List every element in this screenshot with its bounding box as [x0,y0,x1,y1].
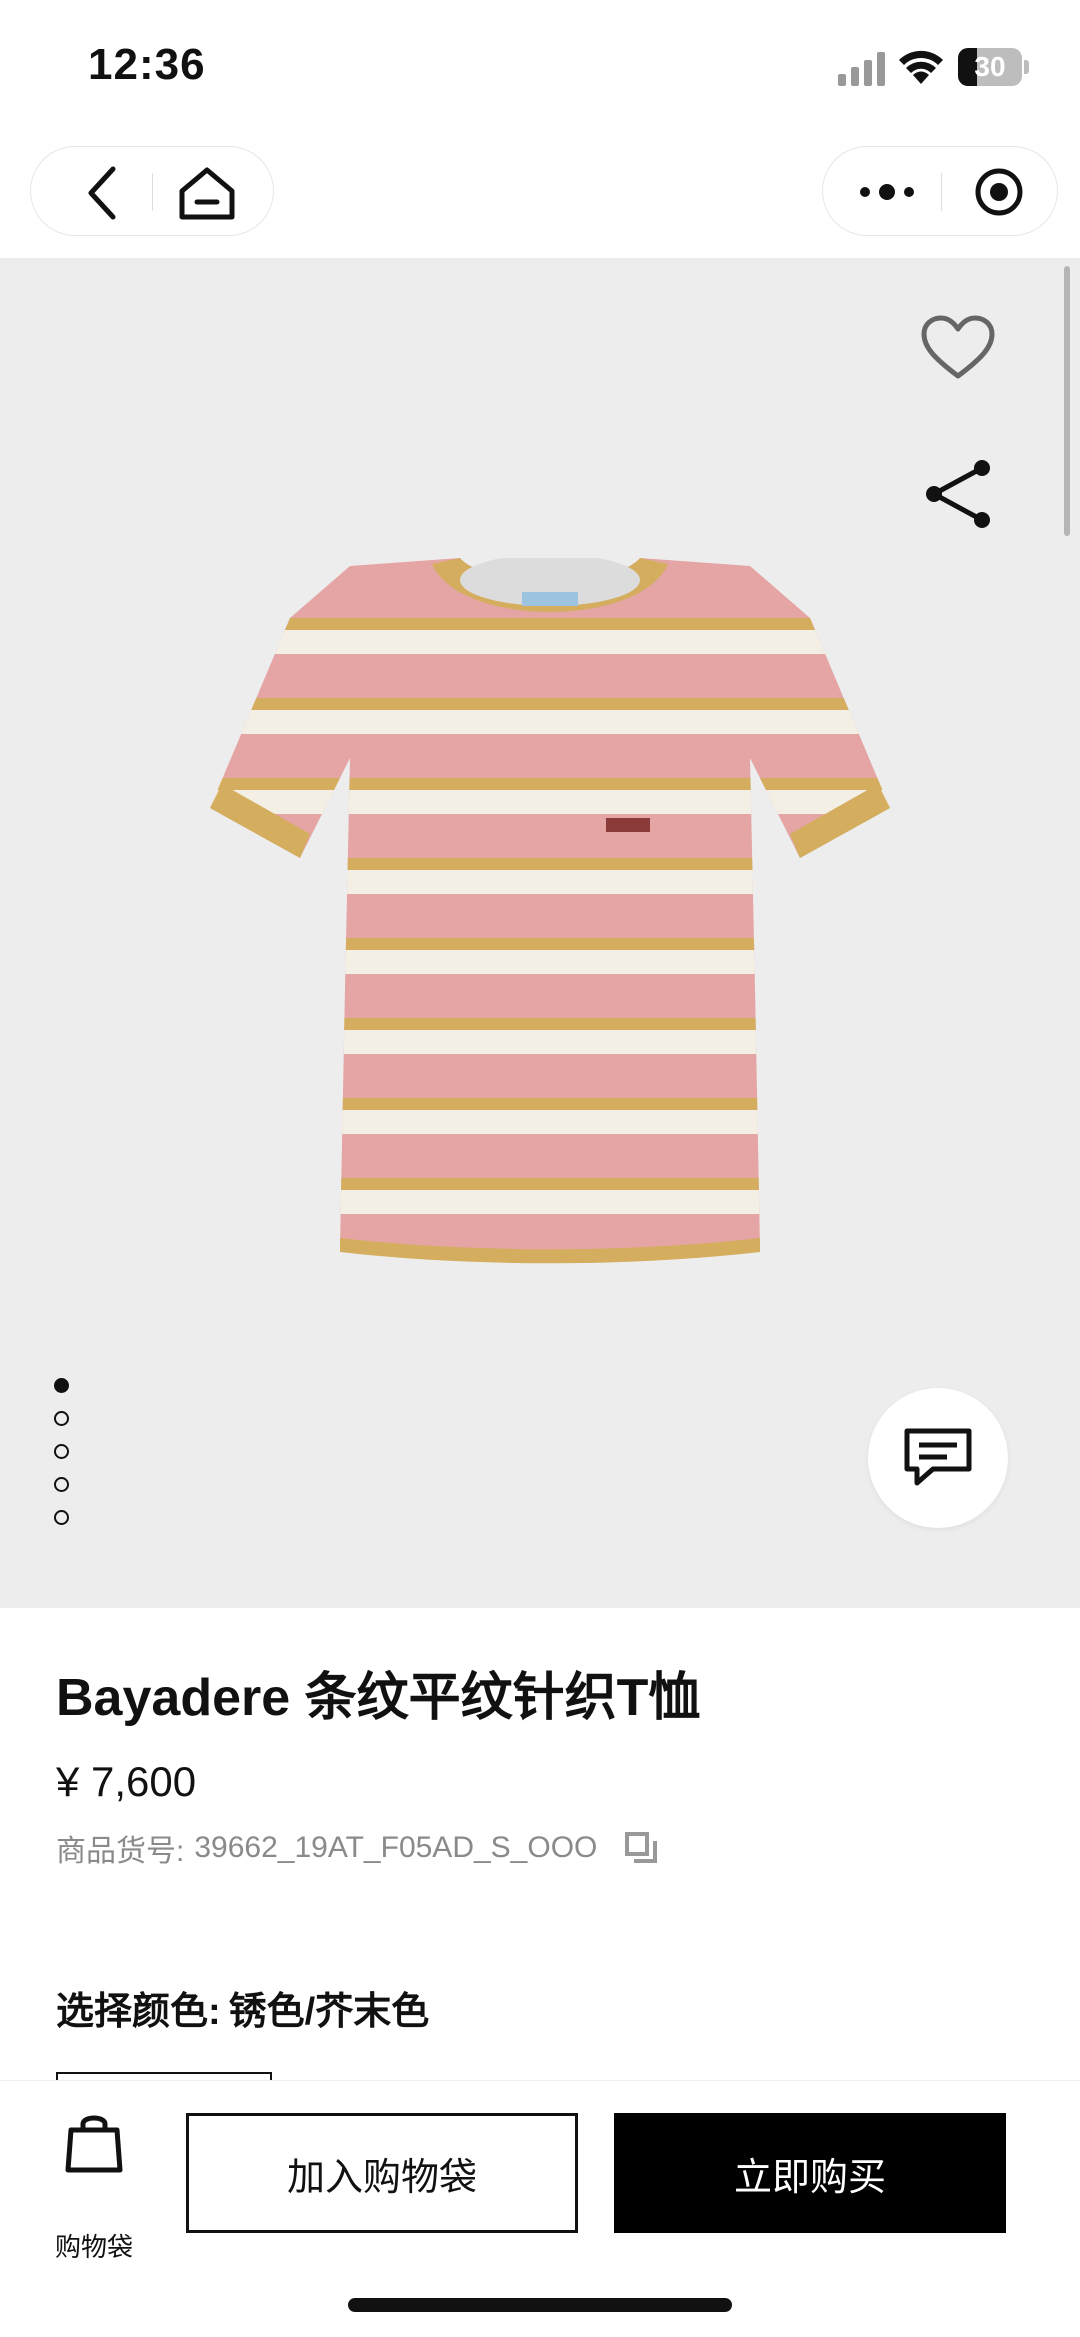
target-icon [975,168,1023,216]
favorite-button[interactable] [916,308,1000,388]
sku-row: 商品货号: 39662_19AT_F05AD_S_OOO [56,1828,659,1868]
home-icon [179,167,235,220]
battery-level: 30 [974,51,1006,82]
pager-dot[interactable] [54,1411,69,1426]
copy-icon [625,1832,658,1863]
signal-icon [838,52,885,86]
product-price: ¥ 7,600 [56,1758,197,1805]
color-selector-label: 选择颜色: 锈色/芥末色 [56,1980,429,2035]
battery-body: 30 [958,48,1022,86]
more-button[interactable] [853,163,921,221]
back-button[interactable] [75,165,131,221]
home-indicator [348,2298,732,2312]
buy-now-button[interactable]: 立即购买 [614,2113,1006,2233]
battery-icon: 30 [958,48,1029,86]
back-icon [88,166,116,220]
bag-icon [62,2109,126,2179]
pager-dot[interactable] [54,1444,69,1459]
gallery-scrollbar[interactable] [1064,266,1070,536]
product-title: Bayadere 条纹平纹针织T恤 [56,1669,701,1727]
heart-icon [921,315,995,379]
pager-dot[interactable] [54,1510,69,1525]
gallery-pager [54,1378,74,1538]
sku-label: 商品货号: [56,1835,185,1868]
pager-dot[interactable] [54,1477,69,1492]
home-button[interactable] [175,163,239,223]
chat-button[interactable] [868,1388,1008,1528]
nav-capsule-left [30,146,274,236]
share-button[interactable] [918,454,998,534]
add-to-bag-button[interactable]: 加入购物袋 [186,2113,578,2233]
share-icon [926,460,990,528]
product-page: 12:36 30 Bayadere 条纹平纹针织T恤 ¥ 7,600 商品货号:… [0,0,1080,2337]
status-time: 12:36 [88,40,206,89]
sku-value: 39662_19AT_F05AD_S_OOO [194,1831,598,1864]
copy-button[interactable] [623,1830,659,1866]
color-label: 选择颜色: [56,1991,221,2033]
chat-icon [904,1428,972,1486]
close-miniprogram-button[interactable] [969,163,1029,221]
product-gallery[interactable] [0,258,1080,1608]
wifi-icon [899,50,943,84]
nav-divider [941,173,942,211]
battery-tip [1024,60,1029,74]
shopping-bag-tab[interactable]: 购物袋 [40,2109,148,2262]
color-value: 锈色/芥末色 [228,1991,430,2033]
bag-label: 购物袋 [54,2232,133,2262]
nav-capsule-right [822,146,1058,236]
status-bar: 12:36 30 [0,0,1080,140]
pager-dot[interactable] [54,1378,69,1393]
product-image[interactable] [210,558,890,1318]
nav-divider [152,173,153,211]
more-icon [860,184,914,200]
